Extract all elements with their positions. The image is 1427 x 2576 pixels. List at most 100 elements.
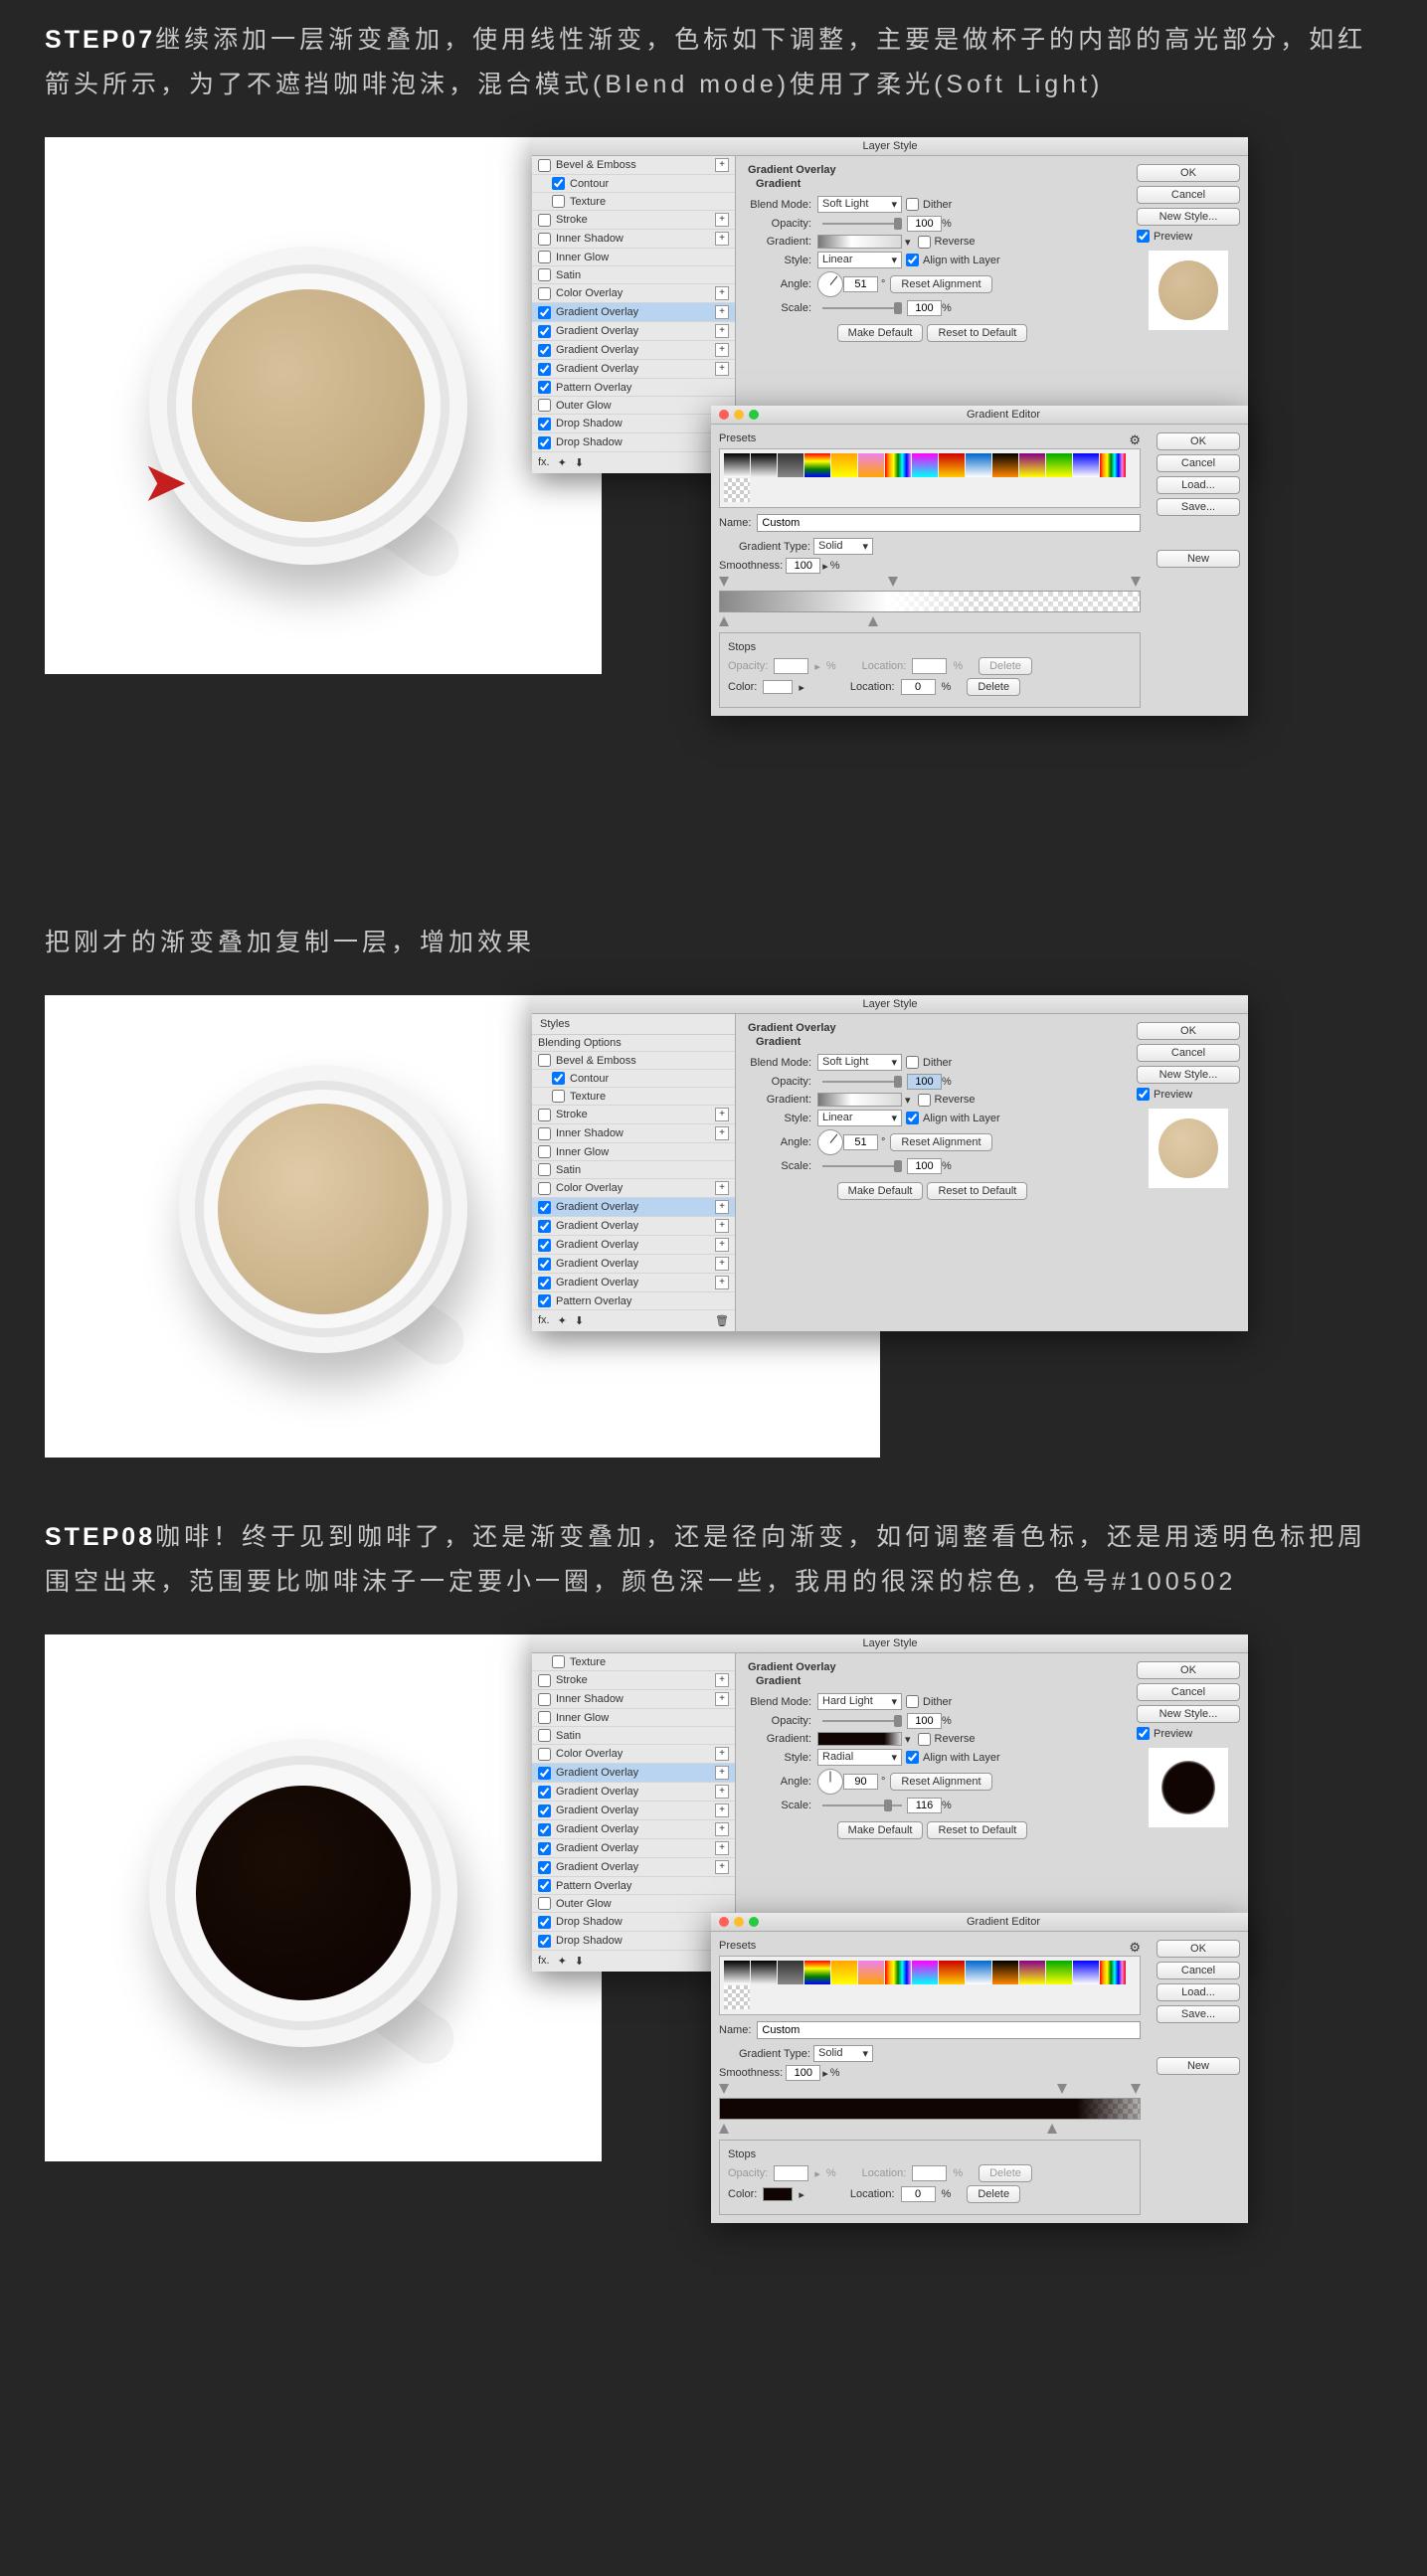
style-row[interactable]: Color Overlay+ <box>532 1745 735 1764</box>
style-row[interactable]: Inner Glow <box>532 249 735 266</box>
style-row[interactable]: Gradient Overlay+ <box>532 1236 735 1255</box>
preview-checkbox[interactable] <box>1137 230 1150 243</box>
reset-default-button[interactable]: Reset to Default <box>927 324 1027 342</box>
opacity-input[interactable] <box>907 1713 942 1729</box>
align-checkbox[interactable] <box>906 254 919 266</box>
gear-icon[interactable]: ⚙ <box>1129 432 1141 448</box>
dither-checkbox[interactable] <box>906 1695 919 1708</box>
style-row[interactable]: Gradient Overlay+ <box>532 1820 735 1839</box>
angle-control[interactable] <box>817 1769 843 1795</box>
style-select[interactable]: Linear▾ <box>817 1110 902 1126</box>
save-button[interactable]: Save... <box>1157 2005 1240 2023</box>
scale-input[interactable] <box>907 1158 942 1174</box>
style-row[interactable]: Color Overlay+ <box>532 284 735 303</box>
dither-checkbox[interactable] <box>906 1056 919 1069</box>
scale-input[interactable] <box>907 300 942 316</box>
gradient-bar[interactable] <box>719 2098 1141 2120</box>
style-row[interactable]: Inner Shadow+ <box>532 1124 735 1143</box>
ok-button[interactable]: OK <box>1137 1661 1240 1679</box>
make-default-button[interactable]: Make Default <box>837 1182 924 1200</box>
ok-button[interactable]: OK <box>1157 1940 1240 1958</box>
style-row[interactable]: Satin <box>532 1727 735 1745</box>
style-row[interactable]: Inner Glow <box>532 1709 735 1727</box>
style-row[interactable]: Color Overlay+ <box>532 1179 735 1198</box>
style-row[interactable]: Bevel & Emboss+ <box>532 156 735 175</box>
style-row-selected[interactable]: Gradient Overlay+ <box>532 1198 735 1217</box>
style-row[interactable]: Contour <box>532 1070 735 1088</box>
reset-alignment-button[interactable]: Reset Alignment <box>890 1133 991 1151</box>
style-row[interactable]: Drop Shadow+ <box>532 415 735 433</box>
style-row[interactable]: Gradient Overlay+ <box>532 1217 735 1236</box>
opacity-slider[interactable] <box>822 1081 902 1083</box>
style-row[interactable]: Gradient Overlay+ <box>532 322 735 341</box>
style-row[interactable]: Satin <box>532 266 735 284</box>
style-select[interactable]: Radial▾ <box>817 1749 902 1766</box>
scale-slider[interactable] <box>822 1165 902 1167</box>
new-style-button[interactable]: New Style... <box>1137 208 1240 226</box>
gear-icon[interactable]: ⚙ <box>1129 1940 1141 1956</box>
style-row[interactable]: Gradient Overlay+ <box>532 1802 735 1820</box>
location-input[interactable] <box>901 2186 936 2202</box>
presets-box[interactable] <box>719 448 1141 508</box>
save-button[interactable]: Save... <box>1157 498 1240 516</box>
cancel-button[interactable]: Cancel <box>1137 1044 1240 1062</box>
style-row[interactable]: Gradient Overlay+ <box>532 1274 735 1292</box>
minimize-icon[interactable] <box>734 1917 744 1927</box>
color-swatch[interactable] <box>763 2187 793 2201</box>
make-default-button[interactable]: Make Default <box>837 1821 924 1839</box>
close-icon[interactable] <box>719 1917 729 1927</box>
style-row[interactable]: Drop Shadow+ <box>532 433 735 452</box>
style-row[interactable]: Stroke+ <box>532 211 735 230</box>
style-row[interactable]: Stroke+ <box>532 1106 735 1124</box>
ok-button[interactable]: OK <box>1137 1022 1240 1040</box>
align-checkbox[interactable] <box>906 1751 919 1764</box>
dither-checkbox[interactable] <box>906 198 919 211</box>
ok-button[interactable]: OK <box>1137 164 1240 182</box>
make-default-button[interactable]: Make Default <box>837 324 924 342</box>
style-row[interactable]: Blending Options <box>532 1035 735 1052</box>
style-row[interactable]: Gradient Overlay+ <box>532 1839 735 1858</box>
align-checkbox[interactable] <box>906 1112 919 1124</box>
opacity-input[interactable] <box>907 1074 942 1090</box>
style-row[interactable]: Texture <box>532 193 735 211</box>
maximize-icon[interactable] <box>749 1917 759 1927</box>
preview-checkbox[interactable] <box>1137 1088 1150 1101</box>
style-row[interactable]: Stroke+ <box>532 1671 735 1690</box>
style-row[interactable]: Drop Shadow+ <box>532 1932 735 1951</box>
maximize-icon[interactable] <box>749 410 759 420</box>
trash-icon[interactable]: 🗑 <box>715 1314 729 1327</box>
style-row[interactable]: Pattern Overlay <box>532 379 735 397</box>
gradient-name-input[interactable] <box>757 514 1141 532</box>
cancel-button[interactable]: Cancel <box>1157 1962 1240 1979</box>
style-row-selected[interactable]: Gradient Overlay+ <box>532 1764 735 1783</box>
reset-alignment-button[interactable]: Reset Alignment <box>890 1773 991 1791</box>
style-row[interactable]: Inner Shadow+ <box>532 1690 735 1709</box>
gradient-type-select[interactable]: Solid▾ <box>813 2045 873 2062</box>
reverse-checkbox[interactable] <box>918 1094 931 1107</box>
style-row[interactable]: Outer Glow <box>532 1895 735 1913</box>
style-row[interactable]: Drop Shadow+ <box>532 1913 735 1932</box>
cancel-button[interactable]: Cancel <box>1137 186 1240 204</box>
style-row[interactable]: Pattern Overlay <box>532 1877 735 1895</box>
gradient-bar[interactable] <box>719 591 1141 612</box>
style-row[interactable]: Pattern Overlay <box>532 1292 735 1310</box>
reverse-checkbox[interactable] <box>918 1733 931 1746</box>
style-row[interactable]: Texture <box>532 1088 735 1106</box>
ok-button[interactable]: OK <box>1157 432 1240 450</box>
opacity-slider[interactable] <box>822 1720 902 1722</box>
blend-mode-select[interactable]: Soft Light▾ <box>817 1054 902 1071</box>
load-button[interactable]: Load... <box>1157 476 1240 494</box>
angle-input[interactable] <box>843 276 878 292</box>
gradient-type-select[interactable]: Solid▾ <box>813 538 873 555</box>
scale-input[interactable] <box>907 1798 942 1813</box>
style-row-selected[interactable]: Gradient Overlay+ <box>532 303 735 322</box>
reverse-checkbox[interactable] <box>918 236 931 249</box>
plus-icon[interactable]: + <box>715 158 729 172</box>
close-icon[interactable] <box>719 410 729 420</box>
style-row[interactable]: Outer Glow <box>532 397 735 415</box>
gradient-name-input[interactable] <box>757 2021 1141 2039</box>
cancel-button[interactable]: Cancel <box>1137 1683 1240 1701</box>
gradient-preview[interactable] <box>817 1732 902 1746</box>
minimize-icon[interactable] <box>734 410 744 420</box>
style-row[interactable]: Texture <box>532 1653 735 1671</box>
